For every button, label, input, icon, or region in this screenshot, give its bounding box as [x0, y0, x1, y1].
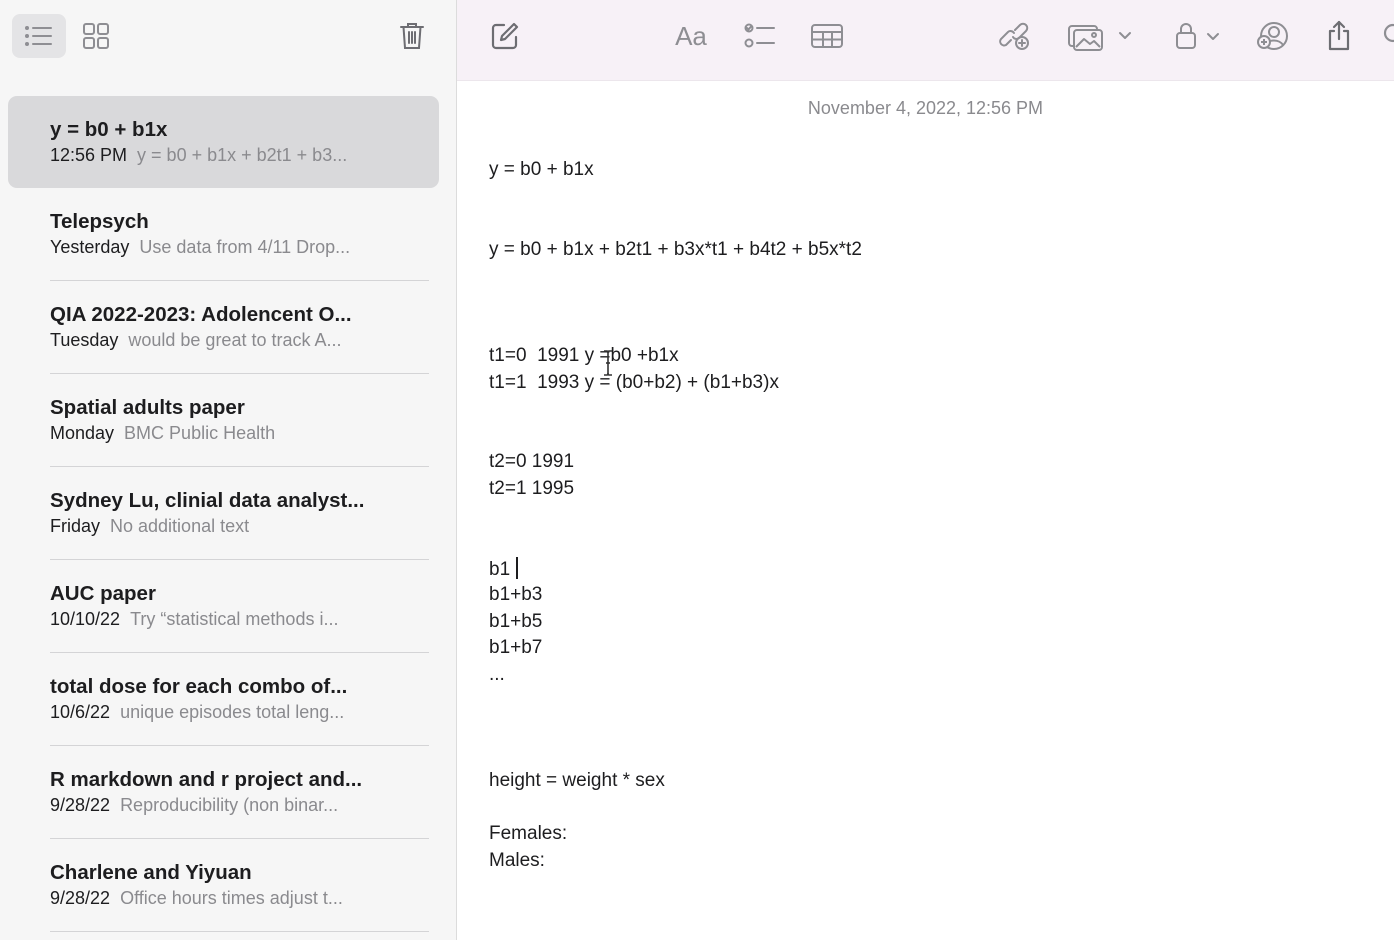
note-date: 9/28/22 [50, 888, 111, 908]
note-title: Telepsych [50, 210, 149, 233]
note-meta: Monday BMC Public Health [50, 423, 410, 444]
note-snippet: BMC Public Health [124, 423, 276, 443]
editor-toolbar: Aa [457, 0, 1394, 81]
note-date: 10/10/22 [50, 609, 121, 629]
collaborate-button[interactable] [1253, 16, 1293, 56]
note-list-item[interactable]: R markdown and r project and... 9/28/22 Re… [8, 746, 439, 839]
note-title: Sydney Lu, clinial data analyst... [50, 489, 365, 512]
note-title: R markdown and r project and... [50, 768, 363, 791]
list-view-icon [25, 26, 52, 46]
table-icon [811, 24, 843, 48]
media-button[interactable] [1067, 16, 1137, 56]
note-snippet: Office hours times adjust t... [120, 888, 343, 908]
note-title: QIA 2022-2023: Adolencent O... [50, 303, 352, 326]
note-date: Yesterday [50, 237, 130, 257]
note-snippet: y = b0 + b1x + b2t1 + b3... [137, 145, 348, 165]
compose-icon [491, 22, 519, 50]
note-date: 10/6/22 [50, 702, 111, 722]
text-caret [516, 557, 518, 579]
sidebar-toolbar [0, 0, 456, 80]
search-icon [1383, 23, 1394, 43]
table-button[interactable] [807, 16, 847, 56]
add-link-button[interactable] [995, 16, 1035, 56]
person-share-icon [1257, 22, 1288, 50]
photo-icon [1068, 25, 1131, 51]
note-meta: Tuesday would be great to track A... [50, 330, 410, 351]
gallery-view-icon [83, 23, 109, 49]
ibeam-cursor-icon [604, 350, 612, 376]
note-meta: 12:56 PM y = b0 + b1x + b2t1 + b3... [50, 145, 410, 166]
gallery-view-button[interactable] [74, 14, 118, 58]
text-format-button[interactable]: Aa [671, 16, 711, 56]
note-date: 12:56 PM [50, 145, 128, 165]
note-list-item[interactable]: Telepsych Yesterday Use data from 4/11 Dro… [8, 188, 439, 281]
note-line-text: b1 [489, 559, 511, 580]
note-line[interactable]: b1+b3 [489, 584, 542, 606]
note-timestamp: November 4, 2022, 12:56 PM [807, 98, 1044, 118]
lock-note-button[interactable] [1173, 16, 1223, 56]
note-snippet: Reproducibility (non binar... [120, 795, 339, 815]
note-meta: 10/10/22 Try “statistical methods i... [50, 609, 410, 630]
list-view-button[interactable] [12, 14, 66, 58]
note-line-with-caret[interactable]: b1 [489, 557, 518, 581]
note-list-item[interactable]: total dose for each combo of... 10/6/22 un… [8, 653, 439, 746]
note-date: Monday [50, 423, 115, 443]
delete-note-button[interactable] [390, 14, 434, 58]
search-button[interactable] [1381, 16, 1394, 56]
collaborate-icon [999, 22, 1029, 50]
lock-icon [1176, 23, 1219, 49]
note-list-item[interactable]: Charlene and Yiyuan 9/28/22 Office hours t… [8, 839, 439, 932]
note-line[interactable]: t2=1 1995 [489, 478, 574, 500]
note-meta: Friday No additional text [50, 516, 410, 537]
note-meta: 9/28/22 Office hours times adjust t... [50, 888, 410, 909]
note-title: Charlene and Yiyuan [50, 861, 252, 884]
note-line[interactable]: height = weight * sex [489, 770, 665, 792]
note-snippet: Use data from 4/11 Drop... [139, 237, 351, 257]
note-line[interactable]: b1+b7 [489, 637, 542, 659]
note-date: Friday [50, 516, 101, 536]
note-meta: 10/6/22 unique episodes total leng... [50, 702, 410, 723]
note-line[interactable]: ... [489, 664, 505, 686]
note-snippet: unique episodes total leng... [120, 702, 345, 722]
note-list-item[interactable]: AUC paper 10/10/22 Try “statistical method… [8, 560, 439, 653]
note-list: y = b0 + b1x 12:56 PM y = b0 + b1x + b2t1 … [0, 96, 456, 932]
note-list-item[interactable]: Spatial adults paper Monday BMC Public Hea… [8, 374, 439, 467]
list-divider [50, 931, 429, 932]
checklist-icon [744, 23, 775, 48]
new-note-button[interactable] [485, 16, 525, 56]
note-title: total dose for each combo of... [50, 675, 348, 698]
note-line[interactable]: Females: [489, 823, 567, 845]
note-snippet: Try “statistical methods i... [130, 609, 339, 629]
note-title: AUC paper [50, 582, 156, 605]
note-line[interactable]: t2=0 1991 [489, 451, 574, 473]
note-list-item[interactable]: QIA 2022-2023: Adolencent O... Tuesday wou… [8, 281, 439, 374]
note-line[interactable]: t1=0 1991 y =b0 +b1x [489, 345, 679, 367]
note-snippet: No additional text [110, 516, 250, 536]
share-icon [1328, 20, 1350, 51]
share-button[interactable] [1319, 16, 1359, 56]
note-line[interactable]: b1+b5 [489, 611, 542, 633]
note-title: Spatial adults paper [50, 396, 245, 419]
note-date: 9/28/22 [50, 795, 111, 815]
note-line[interactable]: y = b0 + b1x + b2t1 + b3x*t1 + b4t2 + b5… [489, 239, 862, 261]
trash-icon [400, 23, 424, 49]
note-snippet: would be great to track A... [128, 330, 342, 350]
note-list-item[interactable]: y = b0 + b1x 12:56 PM y = b0 + b1x + b2t1 … [8, 96, 439, 188]
note-line[interactable]: t1=1 1993 y = (b0+b2) + (b1+b3)x [489, 372, 779, 394]
notes-sidebar: y = b0 + b1x 12:56 PM y = b0 + b1x + b2t1 … [0, 0, 457, 940]
note-date: Tuesday [50, 330, 119, 350]
checklist-button[interactable] [740, 16, 780, 56]
note-list-item[interactable]: Sydney Lu, clinial data analyst... Friday… [8, 467, 439, 560]
note-title: y = b0 + b1x [50, 118, 168, 141]
note-meta: Yesterday Use data from 4/11 Drop... [50, 237, 410, 258]
note-line[interactable]: Males: [489, 850, 545, 872]
note-editor[interactable]: Aa November 4, 2022, 12:56 PM y = b0 + b… [457, 0, 1394, 940]
note-line[interactable]: y = b0 + b1x [489, 159, 594, 181]
note-meta: 9/28/22 Reproducibility (non binar... [50, 795, 410, 816]
